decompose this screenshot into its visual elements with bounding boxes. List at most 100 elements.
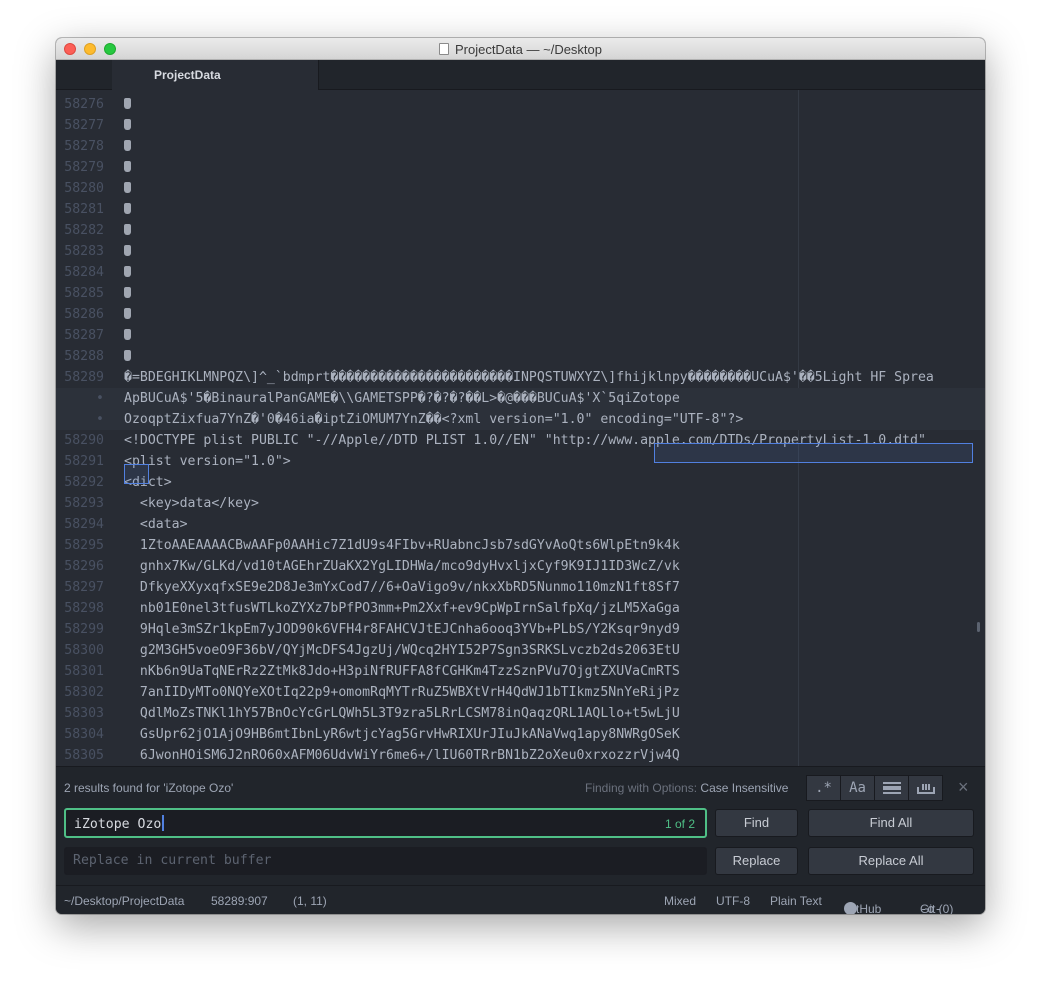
unknown-char-glyph: ◆ — [124, 308, 131, 319]
line-text: ◆ — [124, 241, 131, 262]
editor-line[interactable]: 58305 6JwonHOiSM6J2nRO60xAFM06UdvWiYr6me… — [56, 745, 985, 766]
line-text: ◆ — [124, 262, 131, 283]
editor-line[interactable]: 58282 ◆ — [56, 220, 985, 241]
line-number[interactable]: 58293 — [56, 493, 104, 514]
line-number[interactable]: 58292 — [56, 472, 104, 493]
replace-all-button[interactable]: Replace All — [808, 847, 974, 875]
unknown-char-glyph: ◆ — [124, 140, 131, 151]
unknown-char-glyph: ◆ — [124, 224, 131, 235]
line-number[interactable]: 58290 — [56, 430, 104, 451]
line-number[interactable]: • — [56, 409, 104, 430]
whole-word-toggle-button[interactable] — [908, 775, 943, 801]
find-button[interactable]: Find — [715, 809, 798, 837]
regex-toggle-button[interactable]: .* — [806, 775, 841, 801]
editor-line[interactable]: 58281 ◆ — [56, 199, 985, 220]
editor-line[interactable]: 58295 1ZtoAAEAAAACBwAAFp0AAHic7Z1dU9s4FI… — [56, 535, 985, 556]
editor-line[interactable]: 58288 ◆ — [56, 346, 985, 367]
close-find-panel-icon[interactable]: × — [958, 777, 969, 798]
line-number[interactable]: 58287 — [56, 325, 104, 346]
line-number[interactable]: 58282 — [56, 220, 104, 241]
editor-line[interactable]: 58286 ◆ — [56, 304, 985, 325]
line-number[interactable]: 58296 — [56, 556, 104, 577]
line-text: ◆ — [124, 325, 131, 346]
editor-line[interactable]: 58296 gnhx7Kw/GLKd/vd10tAGEhrZUaKX2YgLID… — [56, 556, 985, 577]
line-number[interactable]: 58284 — [56, 262, 104, 283]
editor-line[interactable]: • ApBUCuA$'5�BinauralPanGAME�\\GAMETSPP�?… — [56, 388, 985, 409]
editor-line[interactable]: 58301 nKb6n9UaTqNErRz2ZtMk8Jdo+H3piNfRUF… — [56, 661, 985, 682]
editor-line[interactable]: 58276 ◆ — [56, 94, 985, 115]
find-input[interactable]: iZotope Ozo 1 of 2 — [64, 808, 707, 838]
line-number[interactable]: 58286 — [56, 304, 104, 325]
line-number[interactable]: 58302 — [56, 682, 104, 703]
line-number[interactable]: 58300 — [56, 640, 104, 661]
line-number[interactable]: 58285 — [56, 283, 104, 304]
line-number[interactable]: 58305 — [56, 745, 104, 766]
editor-line[interactable]: 58287 ◆ — [56, 325, 985, 346]
line-text: QdlMoZsTNKl1hY57BnOcYcGrLQWh5L3T9zra5LRr… — [124, 706, 680, 721]
match-case-toggle-button[interactable]: Aa — [840, 775, 875, 801]
editor-line[interactable]: 58302 7anIIDyMTo0NQYeXOtIq22p9+omomRqMYT… — [56, 682, 985, 703]
line-number[interactable]: 58277 — [56, 115, 104, 136]
line-text: ◆ — [124, 136, 131, 157]
line-number[interactable]: 58297 — [56, 577, 104, 598]
editor-line[interactable]: 58298 nb01E0nel3tfusWTLkoZYXz7bPfPO3mm+P… — [56, 598, 985, 619]
line-text: 9Hqle3mSZr1kpEm7yJOD90k6VFH4r8FAHCVJtEJC… — [124, 622, 680, 637]
line-number[interactable]: 58291 — [56, 451, 104, 472]
editor-line[interactable]: 58300 g2M3GH5voeO9F36bV/QYjMcDFS4JgzUj/W… — [56, 640, 985, 661]
line-number[interactable]: 58298 — [56, 598, 104, 619]
editor-line[interactable]: 58304 GsUpr62jO1AjO9HB6mtIbnLyR6wtjcYag5… — [56, 724, 985, 745]
editor-line[interactable]: 58278 ◆ — [56, 136, 985, 157]
editor-line[interactable]: 58284 ◆ — [56, 262, 985, 283]
line-text: ◆ — [124, 115, 131, 136]
tab-projectdata[interactable]: ProjectData — [112, 60, 319, 90]
find-input-value: iZotope Ozo — [74, 817, 162, 832]
editor-line[interactable]: 58277 ◆ — [56, 115, 985, 136]
find-options-label: Finding with Options: Case Insensitive — [585, 781, 789, 795]
selection-only-toggle-button[interactable] — [874, 775, 909, 801]
line-number[interactable]: • — [56, 388, 104, 409]
line-number[interactable]: 58304 — [56, 724, 104, 745]
status-cursor-position[interactable]: 58289:907 — [211, 894, 268, 908]
line-number[interactable]: 58279 — [56, 157, 104, 178]
line-number[interactable]: 58283 — [56, 241, 104, 262]
line-text: ◆ — [124, 220, 131, 241]
scrollbar-thumb[interactable] — [977, 622, 980, 632]
whole-word-icon — [916, 784, 935, 794]
text-editor[interactable]: 58276◆58277◆58278◆58279◆58280◆58281◆5828… — [56, 90, 985, 766]
find-result-status: 2 results found for 'iZotope Ozo' — [64, 781, 234, 795]
editor-line[interactable]: 58283 ◆ — [56, 241, 985, 262]
editor-line[interactable]: 58299 9Hqle3mSZr1kpEm7yJOD90k6VFH4r8FAHC… — [56, 619, 985, 640]
line-number[interactable]: 58299 — [56, 619, 104, 640]
line-number[interactable]: 58294 — [56, 514, 104, 535]
editor-line[interactable]: 58297 DfkyeXXyxqfxSE9e2D8Je3mYxCod7//6+O… — [56, 577, 985, 598]
status-grammar[interactable]: Plain Text — [770, 894, 822, 908]
editor-line[interactable]: 58289 �=BDEGHIKLMNPQZ\]^_`bdmprt���������… — [56, 367, 985, 388]
editor-line[interactable]: 58294 <data> — [56, 514, 985, 535]
status-encoding[interactable]: UTF-8 — [716, 894, 750, 908]
search-match-highlight — [654, 443, 973, 463]
line-number[interactable]: 58301 — [56, 661, 104, 682]
editor-line[interactable]: 58280 ◆ — [56, 178, 985, 199]
line-number[interactable]: 58288 — [56, 346, 104, 367]
text-caret — [162, 815, 164, 831]
line-number[interactable]: 58289 — [56, 367, 104, 388]
line-number[interactable]: 58281 — [56, 199, 104, 220]
replace-button[interactable]: Replace — [715, 847, 798, 875]
line-number[interactable]: 58295 — [56, 535, 104, 556]
find-all-button[interactable]: Find All — [808, 809, 974, 837]
editor-line[interactable]: 58293 <key>data</key> — [56, 493, 985, 514]
unknown-char-glyph: ◆ — [124, 98, 131, 109]
editor-line[interactable]: 58285 ◆ — [56, 283, 985, 304]
line-number[interactable]: 58280 — [56, 178, 104, 199]
line-number[interactable]: 58278 — [56, 136, 104, 157]
status-file-path[interactable]: ~/Desktop/ProjectData — [64, 894, 184, 908]
editor-line[interactable]: 58279 ◆ — [56, 157, 985, 178]
line-number[interactable]: 58303 — [56, 703, 104, 724]
editor-line[interactable]: 58292 <dict> — [56, 472, 985, 493]
replace-input[interactable]: Replace in current buffer — [64, 847, 707, 875]
editor-line[interactable]: • OzoqptZixfua7YnZ�'0�46ia�iptZiOMUM7YnZ�… — [56, 409, 985, 430]
status-line-ending[interactable]: Mixed — [664, 894, 696, 908]
document-icon — [438, 43, 449, 55]
line-number[interactable]: 58276 — [56, 94, 104, 115]
editor-line[interactable]: 58303 QdlMoZsTNKl1hY57BnOcYcGrLQWh5L3T9z… — [56, 703, 985, 724]
